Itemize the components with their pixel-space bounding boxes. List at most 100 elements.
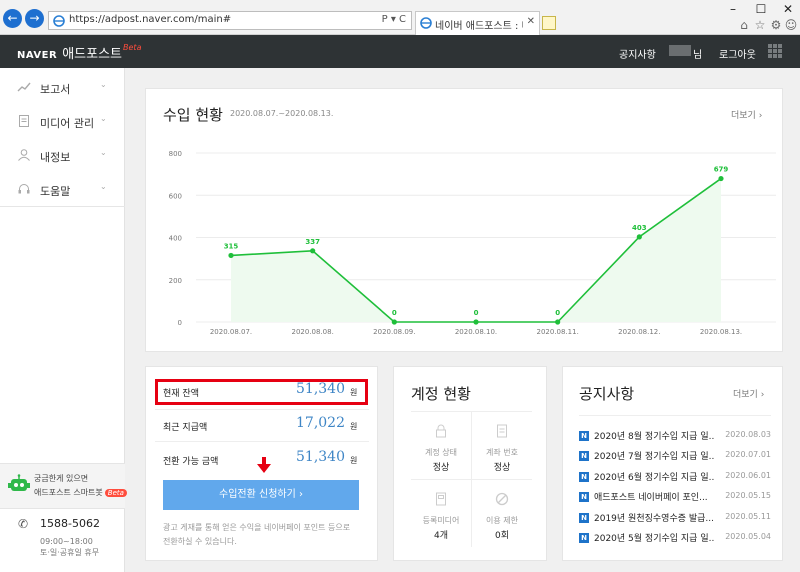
naver-n-icon: N bbox=[579, 492, 589, 503]
account-state-cell: 계정 상태 정상 bbox=[411, 412, 471, 479]
account-grid: 계정 상태 정상 계좌 번호 정상 등록미디어 4개 이용 제한 0회 bbox=[411, 412, 532, 547]
browser-tab[interactable]: 네이버 애드포스트 : 미디... ✕ bbox=[415, 11, 540, 35]
minimize-icon[interactable]: – bbox=[726, 2, 740, 16]
robot-icon bbox=[8, 474, 30, 491]
notice-item-title[interactable]: 2020년 6월 정기수입 지급 일... bbox=[594, 470, 714, 483]
notice-item-title[interactable]: 2020년 7월 정기수입 지급 일... bbox=[594, 449, 714, 462]
smartbot-beta-badge: Beta bbox=[104, 489, 127, 497]
chevron-down-icon: ⌄ bbox=[100, 114, 107, 123]
data-point bbox=[555, 319, 561, 325]
x-tick-label: 2020.08.09. bbox=[373, 328, 415, 336]
notice-item-title[interactable]: 2019년 원천징수영수증 발급... bbox=[594, 511, 714, 524]
notice-item-date: 2020.07.01 bbox=[725, 450, 771, 460]
convertible-amount-unit: 원 bbox=[350, 456, 358, 465]
tab-close-icon[interactable]: ✕ bbox=[527, 16, 535, 27]
address-bar[interactable]: https://adpost.naver.com/main# P ▾ C bbox=[48, 11, 412, 30]
smartbot-help-box[interactable]: 궁금한게 있으면 애드포스트 스마트봇 Beta bbox=[0, 463, 127, 509]
chevron-down-icon: ⌄ bbox=[100, 148, 107, 157]
support-hours: 09:00~18:00 토·일·공휴일 휴무 bbox=[40, 536, 99, 558]
y-tick-label: 400 bbox=[169, 235, 182, 243]
sidebar-divider bbox=[0, 206, 125, 207]
x-tick-label: 2020.08.11. bbox=[537, 328, 579, 336]
doc-icon bbox=[497, 424, 507, 438]
data-label: 0 bbox=[474, 309, 479, 317]
registered-media-value: 4개 bbox=[433, 531, 448, 541]
back-arrow-icon[interactable]: ← bbox=[3, 9, 22, 28]
registered-media-cell: 등록미디어 4개 bbox=[411, 480, 471, 547]
earnings-note-line2: 전환하실 수 있습니다. bbox=[163, 537, 237, 546]
sidebar-item-label: 내정보 bbox=[40, 151, 71, 164]
notice-more-link[interactable]: 더보기 › bbox=[733, 387, 764, 400]
sidebar-item-label: 도움말 bbox=[40, 185, 71, 198]
balance-highlight-box bbox=[155, 379, 368, 405]
income-chart: 0 200 400 600 800 315 2020.08.07. 337 2020.08.08… bbox=[169, 150, 776, 336]
maximize-icon[interactable]: ☐ bbox=[754, 2, 768, 16]
sidebar-item-help[interactable]: 도움말 ⌄ bbox=[0, 172, 125, 206]
logout-link[interactable]: 로그아웃 bbox=[719, 46, 756, 61]
notice-item-date: 2020.05.04 bbox=[725, 531, 771, 541]
data-point bbox=[473, 319, 479, 325]
notice-item[interactable]: N 2020년 7월 정기수입 지급 일... 2020.07.01 bbox=[579, 447, 771, 467]
notice-item-title[interactable]: 애드포스트 네이버페이 포인... bbox=[594, 490, 714, 503]
logo-beta-badge: Beta bbox=[123, 43, 142, 52]
chevron-down-icon: ⌄ bbox=[100, 182, 107, 191]
red-down-arrow-icon bbox=[257, 457, 271, 473]
earnings-note: 광고 게재를 통해 얻은 수익을 네이버페이 포인트 등으로 전환하실 수 있습… bbox=[163, 521, 373, 549]
x-tick-label: 2020.08.07. bbox=[210, 328, 252, 336]
sidebar-item-myinfo[interactable]: 내정보 ⌄ bbox=[0, 138, 125, 172]
home-icon[interactable]: ⌂ bbox=[737, 18, 751, 32]
income-status-card: 수입 현황 2020.08.07.~2020.08.13. 더보기 › 0 200… bbox=[145, 88, 783, 352]
sidebar: 보고서 ⌄ 미디어 관리 ⌄ 내정보 ⌄ 도움말 ⌄ 궁금한게 있으면 애드포스… bbox=[0, 68, 127, 572]
window-close-icon[interactable]: ✕ bbox=[781, 2, 795, 16]
header-notice-link[interactable]: 공지사항 bbox=[619, 46, 656, 61]
notice-item[interactable]: N 2020년 5월 정기수입 지급 일... 2020.05.04 bbox=[579, 529, 771, 549]
notice-item-date: 2020.08.03 bbox=[725, 430, 771, 439]
account-grid-hline bbox=[411, 479, 532, 480]
x-tick-label: 2020.08.08. bbox=[292, 328, 334, 336]
y-tick-label: 800 bbox=[169, 150, 182, 158]
naver-n-icon: N bbox=[579, 512, 589, 523]
data-label: 337 bbox=[305, 238, 320, 246]
data-point bbox=[636, 234, 642, 240]
forward-arrow-icon[interactable]: → bbox=[25, 9, 44, 28]
earnings-separator bbox=[155, 409, 369, 410]
notice-item-title[interactable]: 2020년 8월 정기수입 지급 일... bbox=[594, 429, 714, 442]
ie-favicon-icon bbox=[53, 15, 65, 27]
sidebar-item-media[interactable]: 미디어 관리 ⌄ bbox=[0, 104, 125, 138]
site-header: NAVER 애드포스트Beta 공지사항 님 로그아웃 bbox=[0, 35, 800, 68]
support-hours-line2: 토·일·공휴일 휴무 bbox=[40, 548, 100, 557]
x-tick-label: 2020.08.13. bbox=[700, 328, 742, 336]
apps-grid-icon[interactable] bbox=[768, 44, 782, 58]
sidebar-item-label: 미디어 관리 bbox=[40, 117, 95, 130]
document-icon bbox=[19, 115, 29, 127]
sidebar-item-label: 보고서 bbox=[40, 83, 71, 96]
convert-income-button[interactable]: 수입전환 신청하기 › bbox=[163, 480, 359, 510]
smiley-icon[interactable]: ☺ bbox=[784, 18, 798, 32]
sidebar-item-report[interactable]: 보고서 ⌄ bbox=[0, 70, 125, 104]
settings-gear-icon[interactable]: ⚙ bbox=[769, 18, 783, 32]
tab-title: 네이버 애드포스트 : 미디... bbox=[435, 21, 523, 32]
account-title: 계정 현황 bbox=[411, 385, 471, 403]
earnings-note-line1: 광고 게재를 통해 얻은 수익을 네이버페이 포인트 등으로 bbox=[163, 523, 351, 532]
notice-item[interactable]: N 2020년 8월 정기수입 지급 일... 2020.08.03 bbox=[579, 427, 771, 447]
notice-item[interactable]: N 2019년 원천징수영수증 발급... 2020.05.11 bbox=[579, 509, 771, 529]
new-tab-button[interactable] bbox=[542, 16, 556, 30]
adpost-logo[interactable]: NAVER 애드포스트Beta bbox=[17, 43, 141, 62]
naver-n-icon: N bbox=[579, 471, 589, 482]
y-tick-label: 600 bbox=[169, 192, 182, 200]
notice-item[interactable]: N 애드포스트 네이버페이 포인... 2020.05.15 bbox=[579, 488, 771, 508]
notice-item-title[interactable]: 2020년 5월 정기수입 지급 일... bbox=[594, 531, 714, 544]
x-tick-label: 2020.08.10. bbox=[455, 328, 497, 336]
phone-icon: ✆ bbox=[18, 517, 29, 531]
y-tick-label: 200 bbox=[169, 277, 182, 285]
address-controls[interactable]: P ▾ C bbox=[382, 14, 406, 25]
convertible-amount-label: 전환 가능 금액 bbox=[163, 457, 219, 467]
url-text[interactable]: https://adpost.naver.com/main# bbox=[69, 14, 231, 25]
notice-item[interactable]: N 2020년 6월 정기수입 지급 일... 2020.06.01 bbox=[579, 468, 771, 488]
usage-limit-value: 0회 bbox=[494, 531, 509, 541]
convertible-amount-value: 51,340 bbox=[296, 449, 345, 465]
registered-media-label: 등록미디어 bbox=[422, 516, 460, 525]
account-status-card: 계정 현황 계정 상태 정상 계좌 번호 정상 등록미디어 4개 이용 제한 0… bbox=[393, 366, 547, 561]
favorites-star-icon[interactable]: ☆ bbox=[753, 18, 767, 32]
usage-limit-cell: 이용 제한 0회 bbox=[472, 480, 532, 547]
